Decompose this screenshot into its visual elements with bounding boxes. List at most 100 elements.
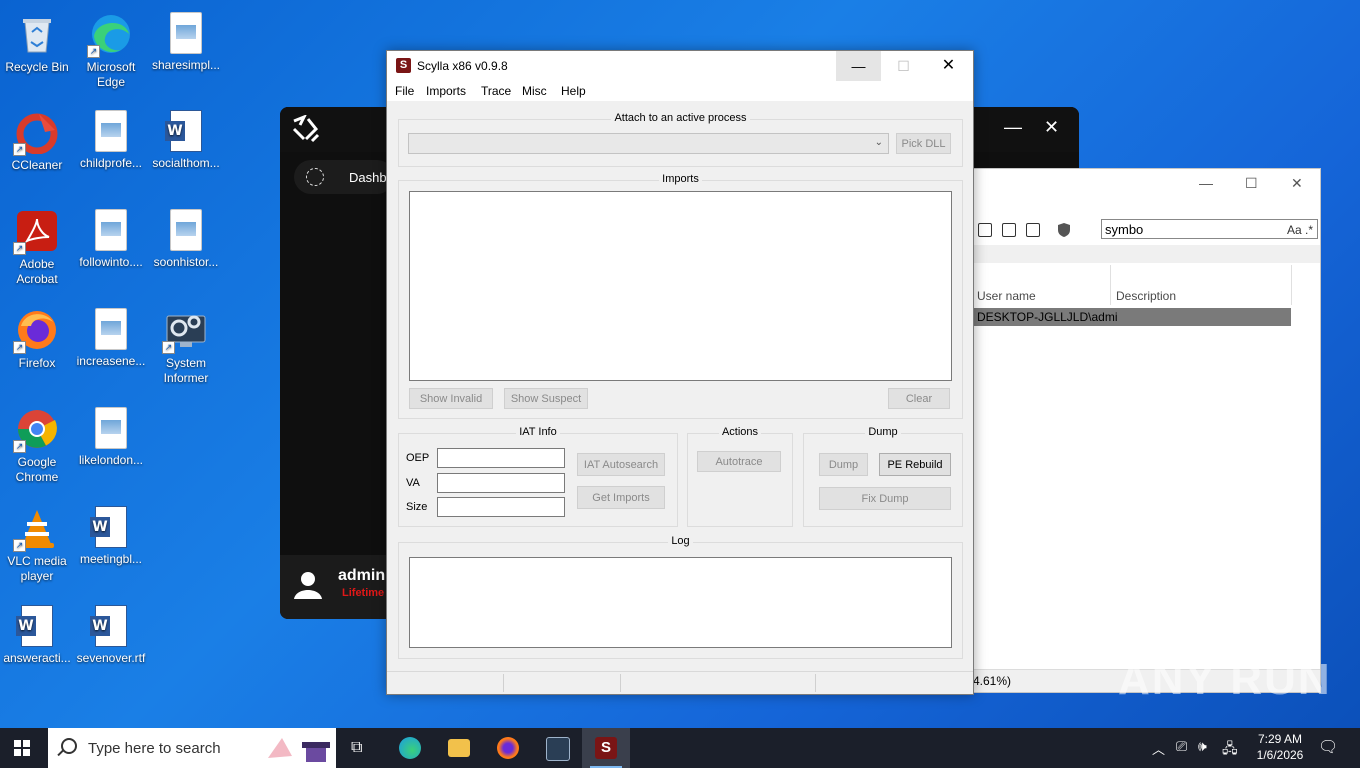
iat-info-group: IAT Info OEP VA Size IAT Autosearch Get … <box>398 426 678 527</box>
desktop-icon-word-file[interactable]: W sevenover.rtf <box>75 601 147 666</box>
imports-group: Imports Show Invalid Show Suspect Clear <box>398 173 963 419</box>
desktop-icon-label: Recycle Bin <box>5 60 69 74</box>
dump-button[interactable]: Dump <box>819 453 868 476</box>
taskbar-search[interactable]: Type here to search <box>48 728 336 768</box>
column-divider <box>1110 265 1111 305</box>
desktop-icon-acrobat[interactable]: ↗ Adobe Acrobat <box>1 205 73 287</box>
window-close-icon[interactable] <box>1026 223 1040 237</box>
shortcut-arrow-icon: ↗ <box>13 440 26 453</box>
document-icon <box>95 407 127 449</box>
taskbar-edge[interactable] <box>386 728 434 768</box>
meet-now-icon[interactable]: ⎚ <box>1176 738 1187 755</box>
desktop-icon-firefox[interactable]: ↗ Firefox <box>1 304 73 371</box>
clock[interactable]: 7:29 AM 1/6/2026 <box>1240 731 1320 763</box>
imports-tree[interactable] <box>409 191 952 381</box>
taskbar-task-view[interactable]: ⧉ <box>336 728 384 768</box>
taskbar-firefox[interactable] <box>484 728 532 768</box>
show-invalid-button[interactable]: Show Invalid <box>409 388 493 409</box>
scylla-window[interactable]: S Scylla x86 v0.9.8 — ☐ ✕ File Imports T… <box>386 50 974 695</box>
shortcut-arrow-icon: ↗ <box>87 45 100 58</box>
desktop-icon-ccleaner[interactable]: ↗ CCleaner <box>1 106 73 173</box>
recycle-bin-icon <box>15 12 59 56</box>
table-row[interactable]: DESKTOP-JGLLJLD\admi <box>973 308 1291 326</box>
clock-time: 7:29 AM <box>1257 732 1303 746</box>
shield-icon[interactable] <box>1057 222 1071 241</box>
close-icon[interactable]: ✕ <box>1044 117 1059 138</box>
desktop-icon-file[interactable]: soonhistor... <box>150 205 222 270</box>
desktop-icon-chrome[interactable]: ↗ Google Chrome <box>1 403 73 485</box>
oep-label: OEP <box>406 452 430 464</box>
window-icon[interactable] <box>978 223 992 237</box>
document-icon <box>170 209 202 251</box>
desktop-icon-word-file[interactable]: W meetingbl... <box>75 502 147 567</box>
show-suspect-button[interactable]: Show Suspect <box>504 388 588 409</box>
folder-icon <box>448 739 470 757</box>
taskbar-scylla[interactable]: S <box>582 728 630 768</box>
header-strip <box>973 245 1320 263</box>
minimize-button[interactable]: — <box>836 51 881 81</box>
menu-imports[interactable]: Imports <box>426 84 466 98</box>
process-window[interactable]: — ☐ ✕ symbo Aa .* User name Description … <box>972 168 1321 693</box>
app-logo-icon <box>290 114 320 149</box>
taskbar-file-explorer[interactable] <box>435 728 483 768</box>
column-header-user[interactable]: User name <box>977 289 1036 303</box>
title-bar[interactable]: S Scylla x86 v0.9.8 — ☐ ✕ <box>387 51 973 81</box>
sidebar-item-dashboard[interactable]: Dashb <box>294 160 394 194</box>
autotrace-button[interactable]: Autotrace <box>697 451 781 472</box>
desktop-icon-vlc[interactable]: ↗ VLC media player <box>1 502 73 584</box>
get-imports-button[interactable]: Get Imports <box>577 486 665 509</box>
menu-help[interactable]: Help <box>561 84 586 98</box>
desktop-icon-recycle-bin[interactable]: Recycle Bin <box>1 8 73 75</box>
desktop-icon-file[interactable]: followinto.... <box>75 205 147 270</box>
column-header-description[interactable]: Description <box>1116 289 1176 303</box>
maximize-icon[interactable]: ☐ <box>1245 175 1258 192</box>
desktop-icon-word-file[interactable]: W answeracti... <box>1 601 73 666</box>
pick-dll-button[interactable]: Pick DLL <box>896 133 951 154</box>
menu-misc[interactable]: Misc <box>522 84 547 98</box>
desktop-icon-label: answeracti... <box>3 651 71 665</box>
close-button[interactable]: ✕ <box>926 51 971 81</box>
minimize-icon[interactable]: — <box>1199 175 1213 191</box>
close-icon[interactable]: ✕ <box>1291 175 1303 192</box>
iat-autosearch-button[interactable]: IAT Autosearch <box>577 453 665 476</box>
notification-icon[interactable]: 🗨 <box>1318 737 1338 757</box>
user-profile[interactable]: admin Lifetime <box>280 555 390 619</box>
search-value: symbo <box>1105 222 1144 237</box>
size-input[interactable] <box>437 497 565 517</box>
actions-label: Actions <box>718 426 762 438</box>
fix-dump-button[interactable]: Fix Dump <box>819 487 951 510</box>
process-select[interactable]: ⌄ <box>408 133 889 154</box>
log-list[interactable] <box>409 557 952 648</box>
desktop-icon-label: sevenover.rtf <box>76 651 146 665</box>
menu-trace[interactable]: Trace <box>481 84 511 98</box>
desktop-icon-system-informer[interactable]: ↗ System Informer <box>150 304 222 386</box>
chevron-up-icon[interactable]: ︿ <box>1152 739 1165 758</box>
search-highlight-icon <box>262 732 332 767</box>
menu-file[interactable]: File <box>395 84 414 98</box>
desktop-icon-label: likelondon... <box>78 453 144 467</box>
desktop-icon-file[interactable]: likelondon... <box>75 403 147 468</box>
maximize-button[interactable]: ☐ <box>881 51 926 81</box>
window-add-icon[interactable] <box>1002 223 1016 237</box>
search-options[interactable]: Aa .* <box>1287 220 1313 240</box>
desktop-icon-file[interactable]: sharesimpl... <box>150 8 222 73</box>
task-view-icon: ⧉ <box>351 739 363 756</box>
network-icon[interactable]: 🖧 <box>1222 738 1238 762</box>
windows-start-icon[interactable] <box>14 740 30 756</box>
clear-button[interactable]: Clear <box>888 388 950 409</box>
oep-input[interactable] <box>437 448 565 468</box>
desktop-icon-file[interactable]: childprofe... <box>75 106 147 171</box>
desktop-icon-word-file[interactable]: W socialthom... <box>150 106 222 171</box>
search-input[interactable]: symbo Aa .* <box>1101 219 1318 239</box>
desktop-icon-label: meetingbl... <box>79 552 143 566</box>
desktop-icon-edge[interactable]: ↗ Microsoft Edge <box>75 8 147 90</box>
shortcut-arrow-icon: ↗ <box>162 341 175 354</box>
volume-icon[interactable]: 🕪 <box>1198 738 1207 755</box>
desktop-icon-label: VLC media player <box>7 554 67 583</box>
desktop-icon-file[interactable]: increasene... <box>75 304 147 369</box>
pe-rebuild-button[interactable]: PE Rebuild <box>879 453 951 476</box>
taskbar-system-informer[interactable] <box>533 728 581 768</box>
desktop-icon-label: increasene... <box>76 354 146 368</box>
va-input[interactable] <box>437 473 565 493</box>
minimize-icon[interactable]: — <box>1004 117 1022 138</box>
